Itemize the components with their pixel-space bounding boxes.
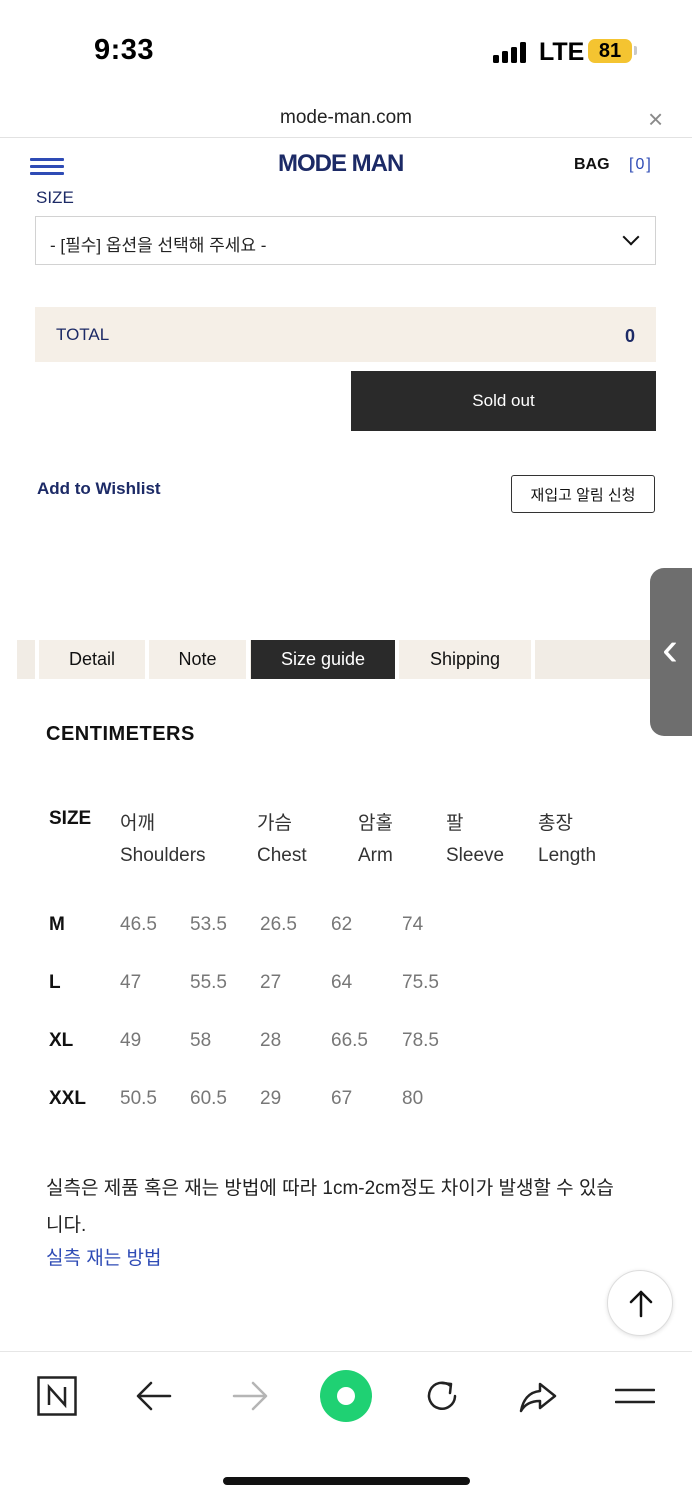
size-option-label: SIZE <box>36 188 74 207</box>
back-icon[interactable] <box>134 1376 174 1416</box>
table-cell: 67 <box>331 1088 353 1109</box>
table-cell: 80 <box>402 1088 424 1109</box>
column-header-ko: 팔 <box>446 813 464 834</box>
total-box: TOTAL 0 <box>35 307 656 362</box>
size-select-value: - [필수] 옵션을 선택해 주세요 - <box>50 236 267 255</box>
table-cell: 46.5 <box>120 914 157 935</box>
table-cell: 29 <box>260 1088 282 1109</box>
column-header-en: Chest <box>257 845 307 866</box>
table-cell: 49 <box>120 1030 142 1051</box>
column-header-en: Sleeve <box>446 845 505 866</box>
scroll-to-top-button[interactable] <box>607 1270 673 1336</box>
site-logo[interactable]: MODE MAN <box>278 150 404 178</box>
naver-home-icon[interactable] <box>37 1376 77 1416</box>
tab-detail[interactable]: Detail <box>39 640 145 679</box>
size-select[interactable]: - [필수] 옵션을 선택해 주세요 - <box>35 216 656 265</box>
table-cell: 53.5 <box>190 914 227 935</box>
reload-icon[interactable] <box>422 1376 462 1416</box>
forward-icon[interactable] <box>230 1376 270 1416</box>
table-cell: 28 <box>260 1030 282 1051</box>
table-cell: 62 <box>331 914 353 935</box>
size-column-header: SIZE <box>49 808 92 829</box>
column-header-en: Arm <box>358 845 393 866</box>
url-divider <box>0 137 692 138</box>
table-cell: 78.5 <box>402 1030 439 1051</box>
column-header-ko: 어깨 <box>120 813 155 834</box>
menu-icon[interactable] <box>614 1376 656 1416</box>
measurement-note: 실측은 제품 혹은 재는 방법에 따라 1cm-2cm정도 차이가 발생할 수 … <box>46 1178 614 1236</box>
tab-gap <box>246 640 250 679</box>
tab-note[interactable]: Note <box>149 640 246 679</box>
sold-out-button[interactable]: Sold out <box>351 371 656 431</box>
table-cell: 27 <box>260 972 282 993</box>
table-cell: 74 <box>402 914 424 935</box>
arrow-up-icon <box>629 1290 653 1318</box>
table-row-label: XL <box>49 1030 74 1051</box>
chevron-down-icon <box>622 228 640 246</box>
battery-tip <box>634 46 637 55</box>
table-cell: 66.5 <box>331 1030 368 1051</box>
status-time: 9:33 <box>94 34 155 66</box>
total-value: 0 <box>624 326 635 346</box>
table-cell: 60.5 <box>190 1088 227 1109</box>
column-header-en: Length <box>538 845 597 866</box>
size-guide-unit-title: CENTIMETERS <box>46 723 195 745</box>
tab-shipping[interactable]: Shipping <box>399 640 531 679</box>
bag-link[interactable]: BAG <box>574 156 610 174</box>
how-to-measure-link[interactable]: 실측 재는 방법 <box>46 1243 161 1270</box>
bag-count[interactable]: [0] <box>629 156 653 174</box>
url-bar[interactable]: mode-man.com <box>0 107 692 129</box>
table-row-label: XXL <box>49 1088 86 1109</box>
table-cell: 64 <box>331 972 353 993</box>
network-type: LTE <box>539 38 585 66</box>
green-dot-icon[interactable] <box>320 1370 372 1422</box>
column-header-ko: 총장 <box>538 813 573 834</box>
table-cell: 58 <box>190 1030 212 1051</box>
table-cell: 26.5 <box>260 914 297 935</box>
column-header-en: Shoulders <box>120 845 206 866</box>
total-label: TOTAL <box>56 325 110 344</box>
tab-gap <box>531 640 535 679</box>
restock-alert-button[interactable]: 재입고 알림 신청 <box>511 475 655 513</box>
table-cell: 47 <box>120 972 142 993</box>
table-row-label: M <box>49 914 65 935</box>
cellular-signal-icon <box>493 41 527 63</box>
table-row-label: L <box>49 972 61 993</box>
column-header-ko: 가슴 <box>257 813 292 834</box>
table-cell: 50.5 <box>120 1088 157 1109</box>
add-to-wishlist-link[interactable]: Add to Wishlist <box>37 479 161 499</box>
close-icon[interactable]: × <box>648 106 663 132</box>
table-cell: 55.5 <box>190 972 227 993</box>
column-header-ko: 암홀 <box>358 813 393 834</box>
hamburger-menu-icon[interactable] <box>30 158 64 176</box>
share-icon[interactable] <box>518 1376 558 1416</box>
tab-size-guide[interactable]: Size guide <box>251 640 395 679</box>
chevron-left-icon: ‹ <box>662 623 678 676</box>
toolbar-divider <box>0 1351 692 1352</box>
home-indicator[interactable] <box>223 1477 470 1485</box>
table-cell: 75.5 <box>402 972 439 993</box>
side-panel-handle[interactable]: ‹ <box>650 568 692 736</box>
battery-icon: 81 <box>588 39 632 63</box>
